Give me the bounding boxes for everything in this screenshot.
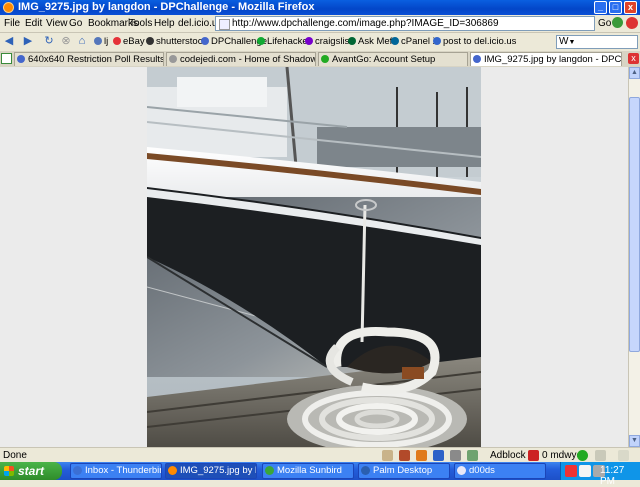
minimize-button[interactable]: _ — [594, 1, 607, 14]
bookmarks-toolbar: ◀ ▶ ↻ ⊗ ⌂ lj eBay shutterstock DPChallen… — [0, 33, 640, 52]
lifehacker-icon — [257, 37, 265, 45]
bookmark-lifehacker[interactable]: Lifehacker — [257, 35, 311, 49]
tab-codejedi[interactable]: codejedi.com - Home of Shadow Plan for P… — [166, 52, 316, 66]
bookmark-delicious[interactable]: post to del.icio.us — [433, 35, 516, 49]
maximize-button[interactable]: □ — [609, 1, 622, 14]
menu-go[interactable]: Go — [69, 18, 82, 29]
tab-restriction-poll[interactable]: 640x640 Restriction Poll Results - DPCha… — [14, 52, 164, 66]
task-firefox[interactable]: IMG_9275.jpg by la... — [165, 463, 257, 479]
dropdown-icon[interactable]: ▼ — [568, 39, 575, 46]
lj-icon — [94, 37, 102, 45]
forward-icon[interactable]: ▶ — [22, 35, 34, 47]
page-icon — [219, 19, 230, 30]
window-titlebar[interactable]: IMG_9275.jpg by langdon - DPChallenge - … — [0, 0, 640, 15]
task-d00ds[interactable]: d00ds — [454, 463, 546, 479]
address-bar[interactable]: http://www.dpchallenge.com/image.php?IMA… — [215, 16, 595, 31]
delicious-icon — [433, 37, 441, 45]
extension-icon[interactable] — [467, 450, 478, 461]
status-dot-icon — [577, 450, 588, 461]
back-icon[interactable]: ◀ — [3, 35, 15, 47]
start-button[interactable]: start — [0, 462, 62, 480]
scroll-thumb[interactable] — [629, 97, 640, 352]
window-title: IMG_9275.jpg by langdon - DPChallenge - … — [18, 1, 315, 13]
menu-edit[interactable]: Edit — [25, 18, 42, 29]
windows-flag-icon — [4, 466, 14, 476]
status-text: Done — [3, 450, 27, 461]
taskbar: start Inbox - Thunderbird IMG_9275.jpg b… — [0, 462, 640, 487]
menu-view[interactable]: View — [46, 18, 68, 29]
menu-file[interactable]: File — [4, 18, 20, 29]
firefox-icon — [168, 466, 177, 475]
stop-icon[interactable]: ⊗ — [60, 35, 72, 47]
weather-icon[interactable] — [618, 450, 629, 461]
weather-icon[interactable] — [595, 450, 606, 461]
status-bar: Done Adblock 0 mdwyer — [0, 447, 640, 463]
extension-icon[interactable] — [382, 450, 393, 461]
firefox-icon — [3, 2, 14, 13]
tray-icon[interactable] — [579, 465, 591, 477]
sunbird-icon — [265, 466, 274, 475]
bookmark-craigslist[interactable]: craigslist — [305, 35, 352, 49]
tab-favicon — [169, 55, 177, 63]
go-button[interactable] — [612, 17, 623, 28]
vertical-scrollbar[interactable]: ▲ ▼ — [628, 67, 640, 447]
page-content — [0, 67, 628, 447]
tab-avantgo[interactable]: AvantGo: Account Setup — [318, 52, 468, 66]
palm-icon — [361, 466, 370, 475]
task-thunderbird[interactable]: Inbox - Thunderbird — [70, 463, 162, 479]
bookmark-askmefi[interactable]: Ask Mefi — [348, 35, 394, 49]
tab-favicon — [473, 55, 481, 63]
shutterstock-icon — [146, 37, 154, 45]
blogger-icon[interactable] — [433, 450, 444, 461]
scroll-up-icon[interactable]: ▲ — [629, 67, 640, 79]
menu-help[interactable]: Help — [154, 18, 175, 29]
dpchallenge-icon — [201, 37, 209, 45]
feed-icon[interactable] — [416, 450, 427, 461]
tab-favicon — [321, 55, 329, 63]
clock[interactable]: 11:27 PM — [600, 465, 640, 487]
gmail-icon[interactable] — [528, 450, 539, 461]
search-input[interactable]: W▼ — [556, 35, 638, 49]
menu-tools[interactable]: Tools — [129, 18, 152, 29]
go-label: Go — [598, 18, 612, 29]
askmefi-icon — [348, 37, 356, 45]
tab-img9275[interactable]: IMG_9275.jpg by langdon - DPChall... — [470, 52, 622, 66]
chat-icon — [457, 466, 466, 475]
tab-favicon — [17, 55, 25, 63]
adblock-label[interactable]: Adblock — [490, 450, 526, 461]
reload-icon[interactable]: ↻ — [43, 35, 55, 47]
bookmark-ebay[interactable]: eBay — [113, 35, 145, 49]
scroll-down-icon[interactable]: ▼ — [629, 435, 640, 447]
bookmark-cpanel[interactable]: cPanel X — [391, 35, 439, 49]
address-url: http://www.dpchallenge.com/image.php?IMA… — [232, 18, 499, 29]
extension-icon[interactable] — [399, 450, 410, 461]
tray-icon[interactable] — [565, 465, 577, 477]
close-button[interactable]: x — [624, 1, 637, 14]
bookmark-lj[interactable]: lj — [94, 35, 108, 49]
thunderbird-icon — [73, 466, 82, 475]
bookmark-shutterstock[interactable]: shutterstock — [146, 35, 207, 49]
craigslist-icon — [305, 37, 313, 45]
task-palm-desktop[interactable]: Palm Desktop — [358, 463, 450, 479]
task-sunbird[interactable]: Mozilla Sunbird — [262, 463, 354, 479]
tab-close-button[interactable]: x — [628, 53, 639, 64]
new-tab-icon[interactable] — [1, 53, 12, 64]
home-icon[interactable]: ⌂ — [76, 35, 88, 47]
extension-icon[interactable] — [450, 450, 461, 461]
ebay-icon — [113, 37, 121, 45]
cpanel-icon — [391, 37, 399, 45]
google-icon[interactable] — [626, 17, 638, 29]
boat-dock-photo — [147, 67, 481, 447]
